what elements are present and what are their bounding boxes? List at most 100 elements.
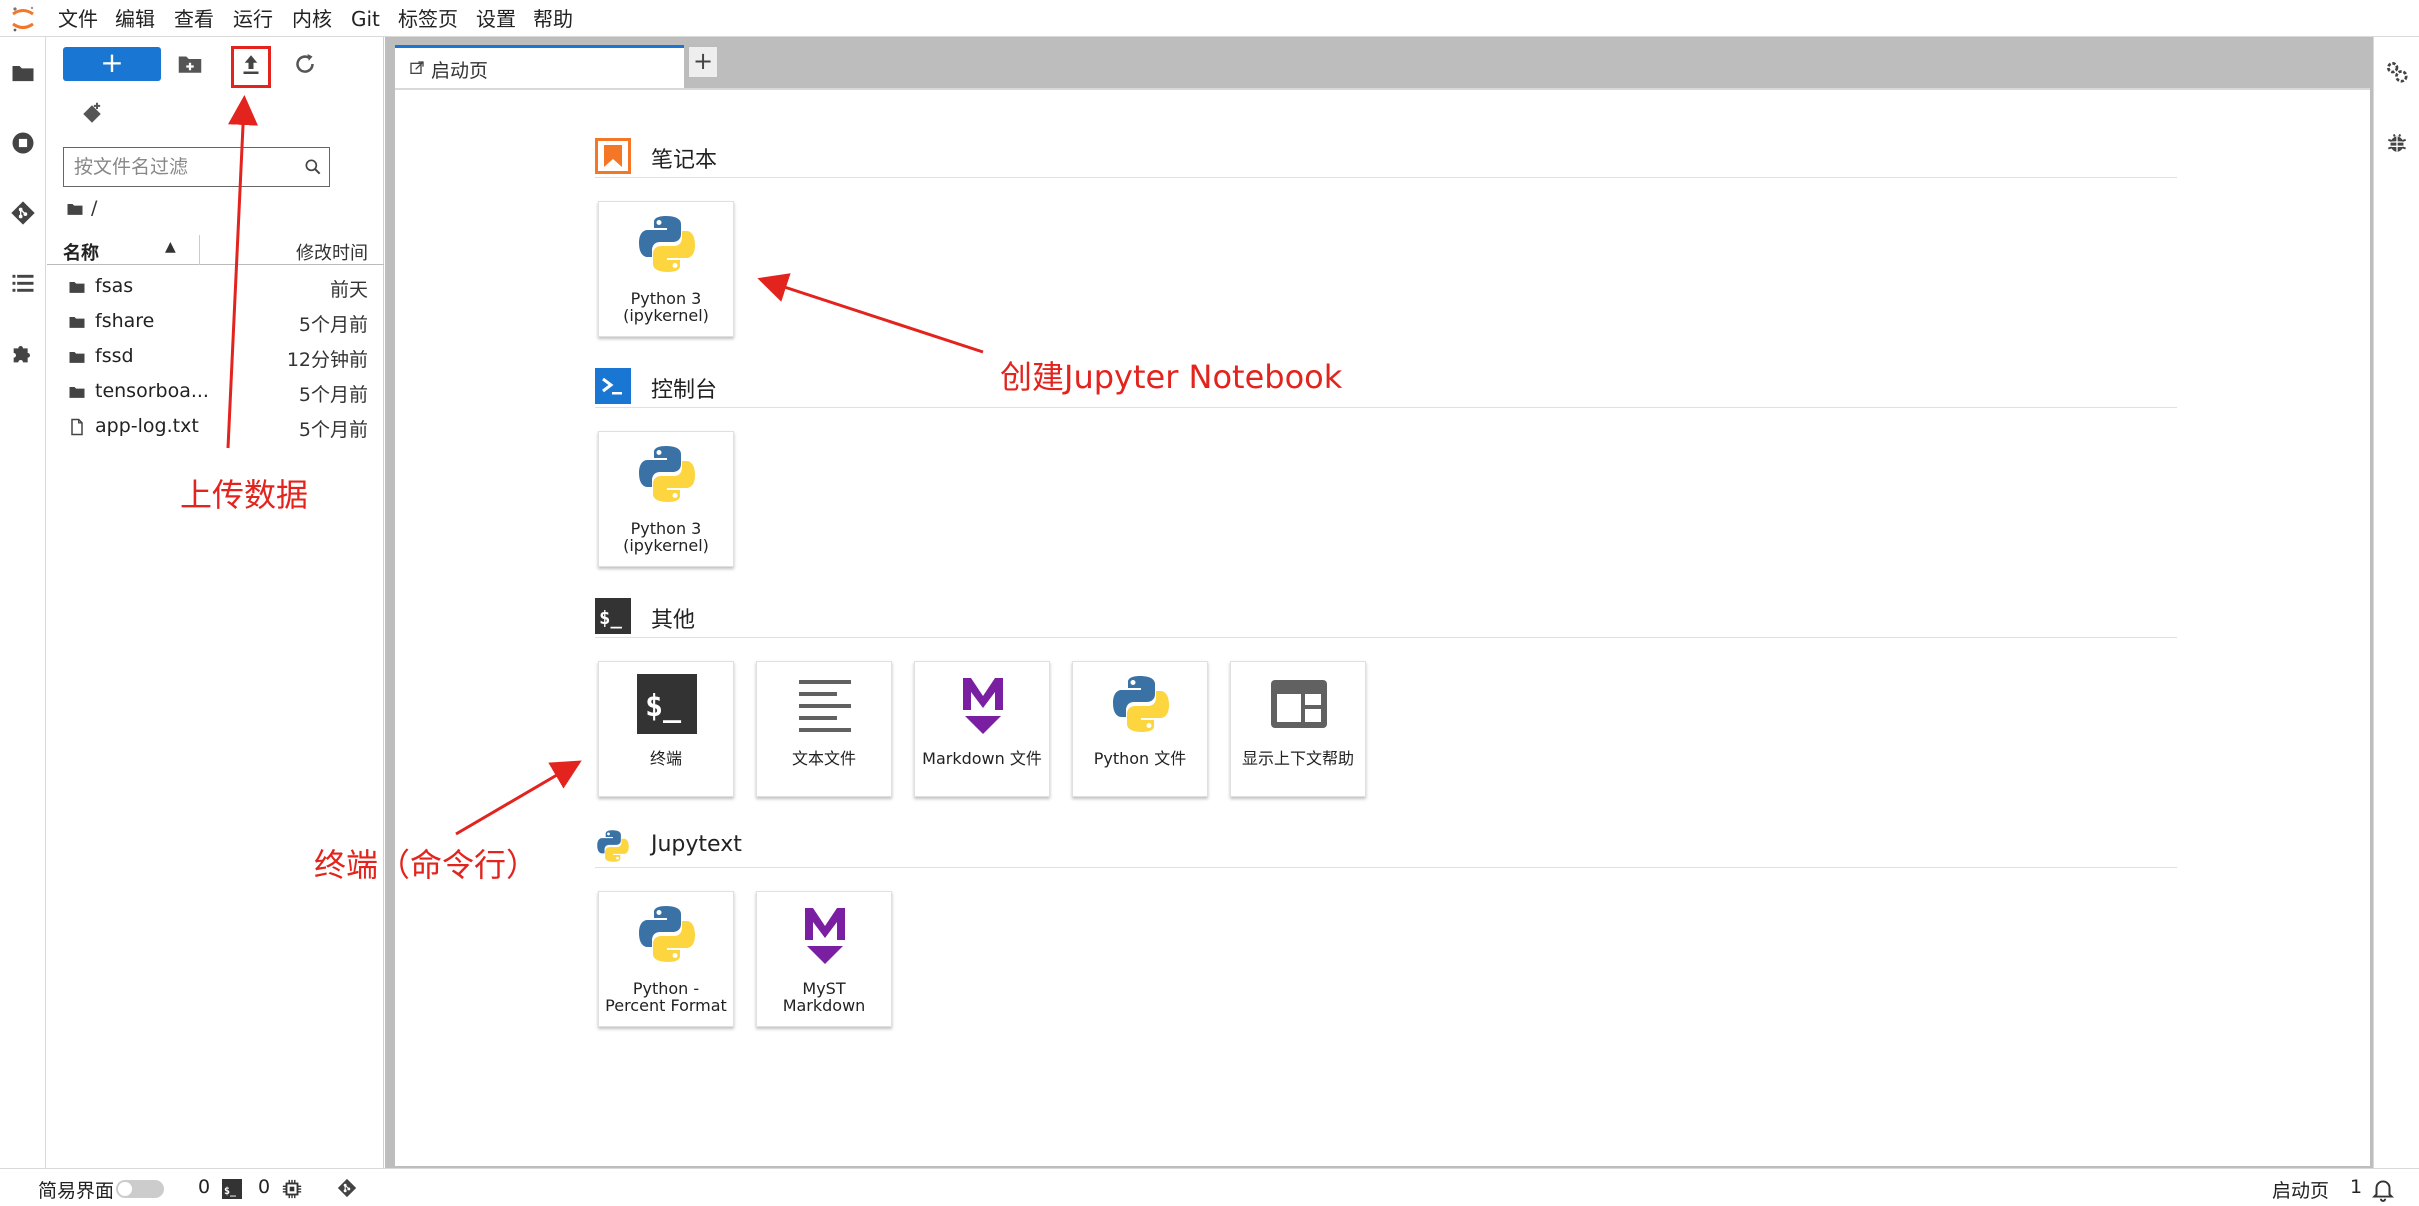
- file-filter-box[interactable]: [63, 147, 330, 187]
- file-name: tensorboa...: [95, 380, 209, 402]
- status-bar: 简易界面 0 $_ 0 启动页 1: [0, 1168, 2419, 1206]
- folder-icon: [69, 317, 85, 328]
- running-kernels-icon[interactable]: [9, 129, 37, 157]
- file-filter-input[interactable]: [74, 154, 289, 180]
- launcher-card-myst-markdown[interactable]: MyST Markdown: [756, 891, 892, 1027]
- refresh-icon[interactable]: [290, 49, 320, 79]
- section-title-jupytext: Jupytext: [651, 832, 742, 857]
- launcher-card-markdown-file[interactable]: Markdown 文件: [914, 661, 1050, 797]
- file-modified: 5个月前: [298, 384, 368, 406]
- folder-icon: [69, 282, 85, 293]
- markdown-m-icon: [963, 678, 1003, 734]
- file-browser-panel: + / 名称 ▲ 修改时间 fsas 前天 fshare 5个月前: [47, 37, 384, 1168]
- add-tab-button[interactable]: +: [688, 46, 718, 78]
- file-row[interactable]: fsas 前天: [47, 271, 384, 305]
- file-row[interactable]: app-log.txt 5个月前: [47, 411, 384, 445]
- folder-icon: [69, 352, 85, 363]
- file-row[interactable]: fssd 12分钟前: [47, 341, 384, 375]
- git-status-icon[interactable]: [336, 1177, 358, 1199]
- column-name-header[interactable]: 名称: [63, 239, 99, 265]
- extensions-puzzle-icon[interactable]: [9, 339, 37, 367]
- menu-edit[interactable]: 编辑: [115, 6, 155, 32]
- python-logo-icon: [639, 216, 695, 272]
- file-name: app-log.txt: [95, 415, 199, 437]
- python-logo-icon: [639, 906, 695, 962]
- folder-icon: [69, 387, 85, 398]
- section-divider: [595, 177, 2177, 178]
- section-title-other: 其他: [651, 608, 696, 633]
- right-sidebar: [2373, 37, 2419, 1168]
- git-icon[interactable]: [9, 199, 37, 227]
- launcher-card-terminal[interactable]: $_ 终端: [598, 661, 734, 797]
- menu-git[interactable]: Git: [351, 6, 380, 32]
- menu-view[interactable]: 查看: [174, 6, 214, 32]
- notebook-bookmark-icon: [595, 138, 631, 174]
- section-title-console: 控制台: [651, 378, 718, 403]
- menu-file[interactable]: 文件: [58, 6, 98, 32]
- notifications-count[interactable]: 1: [2350, 1176, 2362, 1198]
- file-modified: 5个月前: [298, 314, 368, 336]
- launcher-card-python-file[interactable]: Python 文件: [1072, 661, 1208, 797]
- menu-kernel[interactable]: 内核: [292, 6, 332, 32]
- column-divider[interactable]: [199, 235, 200, 265]
- card-label: 文本文件: [791, 749, 856, 768]
- terminals-count[interactable]: 0: [198, 1176, 210, 1198]
- launcher-panel: 笔记本 Python 3 (ipykernel) 控制台 Python 3 (i…: [395, 88, 2370, 1166]
- jupyter-logo-icon: [12, 6, 34, 32]
- terminal-icon: $_: [637, 674, 697, 734]
- file-modified: 前天: [329, 279, 368, 301]
- console-prompt-icon: [595, 368, 631, 404]
- terminal-status-icon[interactable]: $_: [222, 1179, 242, 1199]
- kernel-status-icon[interactable]: [281, 1178, 303, 1200]
- file-row[interactable]: tensorboa... 5个月前: [47, 376, 384, 410]
- launcher-card-context-help[interactable]: 显示上下文帮助: [1230, 661, 1366, 797]
- card-label: 显示上下文帮助: [1241, 749, 1354, 768]
- table-of-contents-icon[interactable]: [9, 269, 37, 297]
- python-logo-icon: [1113, 676, 1169, 732]
- text-file-icon: [71, 418, 83, 436]
- new-launcher-button[interactable]: +: [63, 47, 161, 81]
- menu-help[interactable]: 帮助: [533, 6, 573, 32]
- menu-run[interactable]: 运行: [233, 6, 273, 32]
- section-divider: [595, 407, 2177, 408]
- breadcrumb-root[interactable]: /: [91, 197, 97, 219]
- simple-mode-toggle[interactable]: [116, 1180, 164, 1198]
- menu-tabs[interactable]: 标签页: [398, 6, 458, 32]
- debugger-bug-icon[interactable]: [2384, 129, 2410, 155]
- column-modified-header[interactable]: 修改时间: [296, 239, 368, 265]
- launcher-card-python-percent[interactable]: Python - Percent Format: [598, 891, 734, 1027]
- left-activity-bar: [0, 37, 46, 1168]
- launcher-card-notebook-python3[interactable]: Python 3 (ipykernel): [598, 201, 734, 337]
- section-divider: [595, 637, 2177, 638]
- python-logo-icon: [597, 830, 629, 862]
- sort-ascending-icon: ▲: [165, 239, 176, 255]
- bell-icon[interactable]: [2370, 1176, 2396, 1202]
- file-row[interactable]: fshare 5个月前: [47, 306, 384, 340]
- card-label: Python - Percent Format: [605, 979, 727, 1015]
- file-modified: 5个月前: [298, 419, 368, 441]
- file-list-header: 名称 ▲ 修改时间: [47, 235, 384, 265]
- launcher-card-text-file[interactable]: 文本文件: [756, 661, 892, 797]
- context-help-icon: [1271, 680, 1327, 728]
- menu-settings[interactable]: 设置: [476, 6, 516, 32]
- launch-external-icon: [410, 61, 424, 74]
- section-divider: [595, 867, 2177, 868]
- tab-launcher[interactable]: 启动页: [395, 45, 684, 88]
- svg-text:$_: $_: [599, 607, 622, 629]
- launcher-card-console-python3[interactable]: Python 3 (ipykernel): [598, 431, 734, 567]
- toggle-knob: [118, 1182, 132, 1196]
- git-clone-icon[interactable]: [77, 99, 107, 129]
- tab-label: 启动页: [431, 60, 489, 82]
- folder-icon[interactable]: [9, 59, 37, 87]
- file-name: fssd: [95, 345, 134, 367]
- card-label: MyST Markdown: [782, 979, 866, 1015]
- property-inspector-gears-icon[interactable]: [2384, 59, 2410, 85]
- new-folder-icon[interactable]: [175, 49, 205, 79]
- kernels-count[interactable]: 0: [258, 1176, 270, 1198]
- svg-text:$_: $_: [224, 1186, 237, 1197]
- text-lines-icon: [799, 680, 851, 732]
- card-label: Markdown 文件: [922, 749, 1042, 768]
- active-tab-label: 启动页: [2272, 1180, 2330, 1202]
- search-icon: [305, 159, 321, 175]
- card-label: Python 3 (ipykernel): [623, 289, 709, 325]
